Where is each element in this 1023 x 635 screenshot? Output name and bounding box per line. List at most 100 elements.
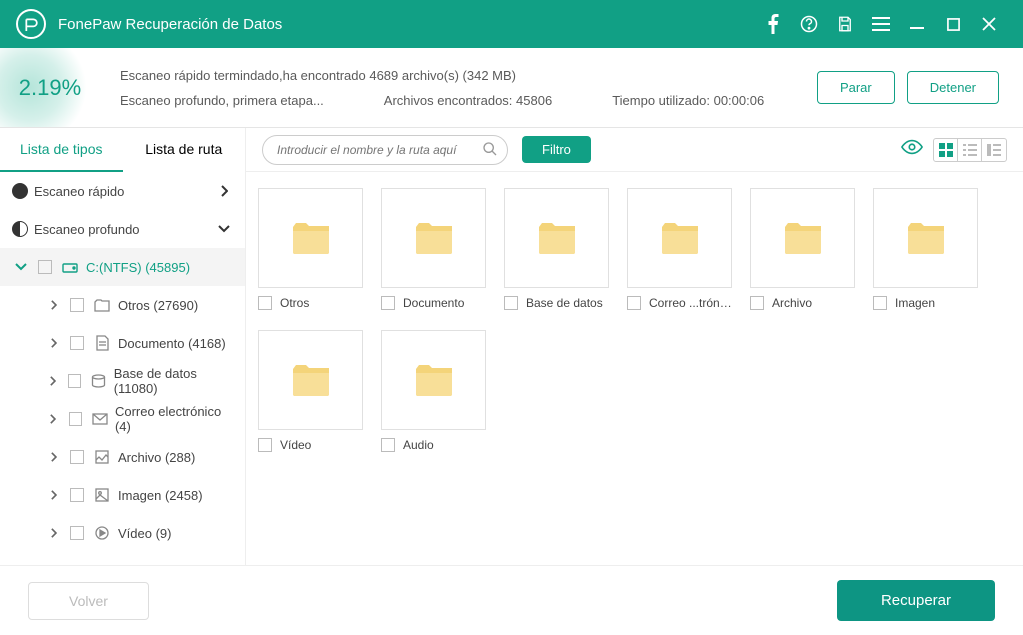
folder-item: Audio <box>381 330 486 452</box>
checkbox[interactable] <box>627 296 641 310</box>
status-bar: 2.19% Escaneo rápido termindado,ha encon… <box>0 48 1023 128</box>
folder-thumbnail[interactable] <box>504 188 609 288</box>
view-detail-button[interactable] <box>982 139 1006 161</box>
facebook-icon[interactable] <box>755 6 791 42</box>
checkbox[interactable] <box>258 296 272 310</box>
preview-toggle-icon[interactable] <box>901 139 923 160</box>
view-list-button[interactable] <box>958 139 982 161</box>
category-icon <box>90 413 109 425</box>
search-input[interactable] <box>262 135 508 165</box>
tree-child[interactable]: Archivo (288) <box>0 438 245 476</box>
checkbox[interactable] <box>38 260 52 274</box>
checkbox[interactable] <box>70 450 84 464</box>
minimize-icon[interactable] <box>899 6 935 42</box>
status-files-found: Archivos encontrados: 45806 <box>384 93 552 108</box>
tree-deep-scan[interactable]: Escaneo profundo <box>0 210 245 248</box>
folder-thumbnail[interactable] <box>627 188 732 288</box>
stop-button[interactable]: Parar <box>817 71 895 104</box>
chevron-right-icon <box>44 452 62 462</box>
help-icon[interactable] <box>791 6 827 42</box>
save-icon[interactable] <box>827 6 863 42</box>
chevron-right-icon <box>44 300 62 310</box>
folder-name: Base de datos <box>526 296 603 310</box>
progress-percent: 2.19% <box>0 48 100 127</box>
checkbox[interactable] <box>68 374 81 388</box>
folder-item: Imagen <box>873 188 978 310</box>
folder-name: Imagen <box>895 296 935 310</box>
category-icon <box>92 526 112 540</box>
tab-path[interactable]: Lista de ruta <box>123 128 246 172</box>
maximize-icon[interactable] <box>935 6 971 42</box>
drive-icon <box>60 261 80 273</box>
chevron-down-icon <box>12 263 30 271</box>
tree-child[interactable]: Vídeo (9) <box>0 514 245 552</box>
checkbox[interactable] <box>258 438 272 452</box>
tree-child-label: Vídeo (9) <box>118 526 171 541</box>
back-button[interactable]: Volver <box>28 582 149 620</box>
category-icon <box>92 335 112 351</box>
folder-item: Documento <box>381 188 486 310</box>
toolbar: Filtro <box>246 128 1023 172</box>
checkbox[interactable] <box>70 526 84 540</box>
chevron-right-icon <box>215 185 233 197</box>
recover-button[interactable]: Recuperar <box>837 580 995 621</box>
folder-item: Otros <box>258 188 363 310</box>
chevron-right-icon <box>44 490 62 500</box>
status-stage: Escaneo profundo, primera etapa... <box>120 93 324 108</box>
half-circle-icon <box>12 221 28 237</box>
tree-child[interactable]: Documento (4168) <box>0 324 245 362</box>
tree-child[interactable]: Otros (27690) <box>0 286 245 324</box>
menu-icon[interactable] <box>863 6 899 42</box>
checkbox[interactable] <box>69 412 82 426</box>
checkbox[interactable] <box>381 296 395 310</box>
checkbox[interactable] <box>750 296 764 310</box>
app-title: FonePaw Recuperación de Datos <box>58 16 755 33</box>
tree-child-label: Base de datos (11080) <box>114 366 233 396</box>
footer: Volver Recuperar <box>0 565 1023 635</box>
folder-item: Base de datos <box>504 188 609 310</box>
tab-types[interactable]: Lista de tipos <box>0 128 123 172</box>
checkbox[interactable] <box>70 488 84 502</box>
category-icon <box>89 374 107 388</box>
chevron-right-icon <box>44 376 60 386</box>
chevron-right-icon <box>44 528 62 538</box>
pause-button[interactable]: Detener <box>907 71 999 104</box>
folder-thumbnail[interactable] <box>750 188 855 288</box>
category-icon <box>92 299 112 312</box>
folder-thumbnail[interactable] <box>258 330 363 430</box>
folder-thumbnail[interactable] <box>381 188 486 288</box>
view-mode-group <box>933 138 1007 162</box>
folder-name: Audio <box>403 438 434 452</box>
status-text: Escaneo rápido termindado,ha encontrado … <box>100 48 817 127</box>
folder-thumbnail[interactable] <box>873 188 978 288</box>
close-icon[interactable] <box>971 6 1007 42</box>
tree-child-label: Otros (27690) <box>118 298 198 313</box>
search-icon <box>482 141 498 162</box>
tree-quick-scan[interactable]: Escaneo rápido <box>0 172 245 210</box>
folder-thumbnail[interactable] <box>258 188 363 288</box>
app-logo-icon <box>16 9 46 39</box>
view-grid-button[interactable] <box>934 139 958 161</box>
folder-grid: Otros Documento Base de datos Correo ...tró… <box>246 172 1023 565</box>
chevron-right-icon <box>44 338 62 348</box>
checkbox[interactable] <box>70 336 84 350</box>
search-input-wrapper <box>262 135 508 165</box>
tree-child[interactable]: Base de datos (11080) <box>0 362 245 400</box>
folder-thumbnail[interactable] <box>381 330 486 430</box>
folder-name: Correo ...trónico <box>649 296 732 310</box>
folder-name: Archivo <box>772 296 812 310</box>
filter-button[interactable]: Filtro <box>522 136 591 163</box>
status-time-used: Tiempo utilizado: 00:00:06 <box>612 93 764 108</box>
tree-drive-c[interactable]: C:(NTFS) (45895) <box>0 248 245 286</box>
checkbox[interactable] <box>504 296 518 310</box>
folder-name: Documento <box>403 296 464 310</box>
content-area: Filtro Otros Documento Base de datos Correo… <box>246 128 1023 565</box>
sidebar: Lista de tipos Lista de ruta Escaneo ráp… <box>0 128 246 565</box>
tree-child[interactable]: Correo electrónico (4) <box>0 400 245 438</box>
folder-name: Otros <box>280 296 309 310</box>
checkbox[interactable] <box>873 296 887 310</box>
tree-child[interactable]: Imagen (2458) <box>0 476 245 514</box>
checkbox[interactable] <box>381 438 395 452</box>
chevron-down-icon <box>215 225 233 233</box>
checkbox[interactable] <box>70 298 84 312</box>
